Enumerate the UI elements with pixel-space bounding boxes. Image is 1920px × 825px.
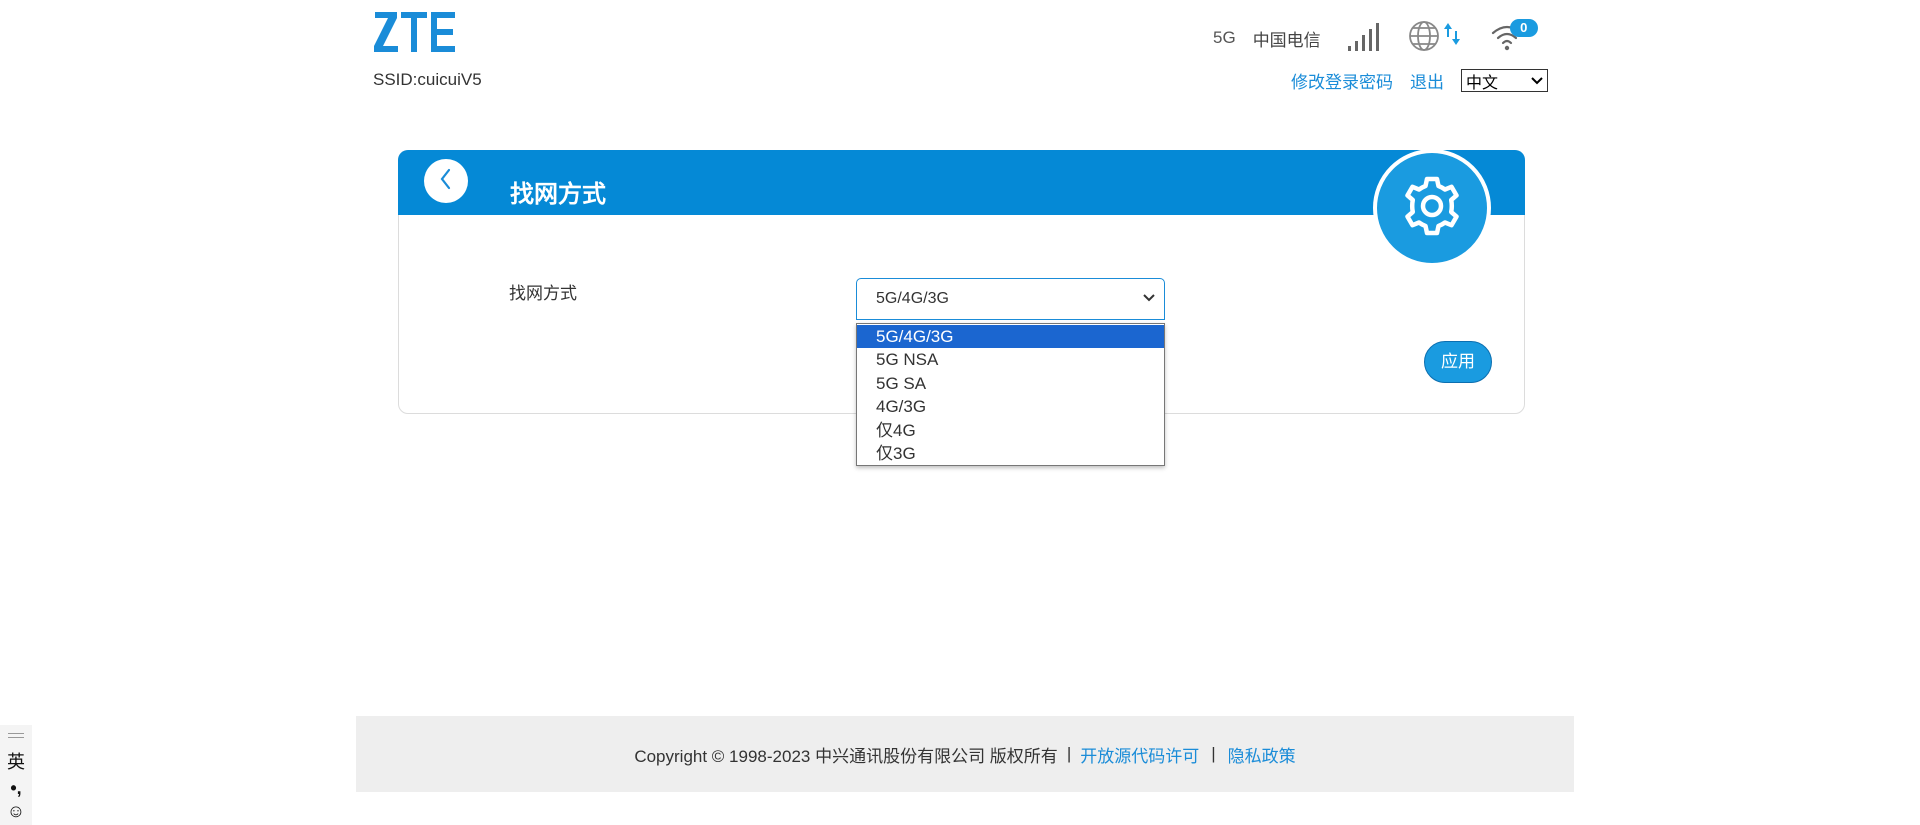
carrier-name: 中国电信 — [1252, 30, 1321, 50]
drag-handle[interactable] — [8, 733, 24, 738]
zte-logo — [373, 10, 457, 59]
footer-separator: | — [1066, 744, 1072, 763]
wifi-status[interactable]: 0 — [1491, 18, 1538, 56]
logout-link[interactable]: 退出 — [1410, 68, 1444, 93]
internet-connection-icon — [1408, 19, 1462, 58]
copyright-text: Copyright © 1998-2023 中兴通讯股份有限公司 版权所有 — [634, 746, 1058, 766]
settings-badge — [1373, 149, 1491, 267]
back-button[interactable] — [424, 159, 468, 203]
open-source-license-link[interactable]: 开放源代码许可 — [1080, 742, 1199, 767]
option-4g-only[interactable]: 仅4G — [857, 419, 1164, 442]
page-title: 找网方式 — [510, 181, 606, 208]
network-mode-value: 5G/4G/3G — [876, 290, 949, 307]
option-3g-only[interactable]: 仅3G — [857, 442, 1164, 465]
apply-button[interactable]: 应用 — [1424, 341, 1492, 383]
ime-punctuation-toggle[interactable]: •, — [0, 778, 32, 799]
chevron-left-icon — [438, 167, 454, 196]
emoji-icon[interactable]: ☺ — [0, 801, 32, 822]
card-header: 找网方式 — [398, 150, 1525, 215]
option-4g-3g[interactable]: 4G/3G — [857, 395, 1164, 418]
change-password-link[interactable]: 修改登录密码 — [1291, 68, 1393, 93]
footer-separator: | — [1211, 744, 1216, 763]
language-select[interactable]: 中文 — [1461, 69, 1548, 92]
network-selection-card: 找网方式 找网方式 5G/4G/3G 5G/4G/3G 5G NSA 5G SA… — [398, 149, 1525, 466]
network-type: 5G — [1213, 28, 1236, 47]
ime-toolbar: 英 •, ☺ — [0, 725, 32, 825]
network-mode-label: 找网方式 — [509, 284, 577, 303]
footer: Copyright © 1998-2023 中兴通讯股份有限公司 版权所有 | … — [356, 716, 1574, 792]
language-value: 中文 — [1466, 72, 1499, 92]
option-5g-nsa[interactable]: 5G NSA — [857, 348, 1164, 371]
option-5g-sa[interactable]: 5G SA — [857, 372, 1164, 395]
network-mode-dropdown: 5G/4G/3G 5G NSA 5G SA 4G/3G 仅4G 仅3G — [856, 323, 1165, 466]
signal-strength-icon — [1347, 21, 1381, 56]
ime-mode-toggle[interactable]: 英 — [0, 748, 32, 774]
privacy-policy-link[interactable]: 隐私政策 — [1228, 742, 1296, 767]
chevron-down-icon — [1530, 71, 1544, 90]
status-bar: 5G 中国电信 0 — [1213, 18, 1538, 58]
account-links: 修改登录密码 退出 中文 — [1291, 68, 1548, 93]
chevron-down-icon — [1142, 290, 1156, 308]
connected-devices-badge: 0 — [1509, 18, 1538, 37]
network-mode-select[interactable]: 5G/4G/3G — [856, 278, 1165, 320]
option-5g-4g-3g[interactable]: 5G/4G/3G — [857, 325, 1164, 349]
gear-icon — [1399, 173, 1465, 244]
ssid-label: SSID:cuicuiV5 — [373, 70, 482, 89]
wifi-icon — [1491, 25, 1523, 55]
